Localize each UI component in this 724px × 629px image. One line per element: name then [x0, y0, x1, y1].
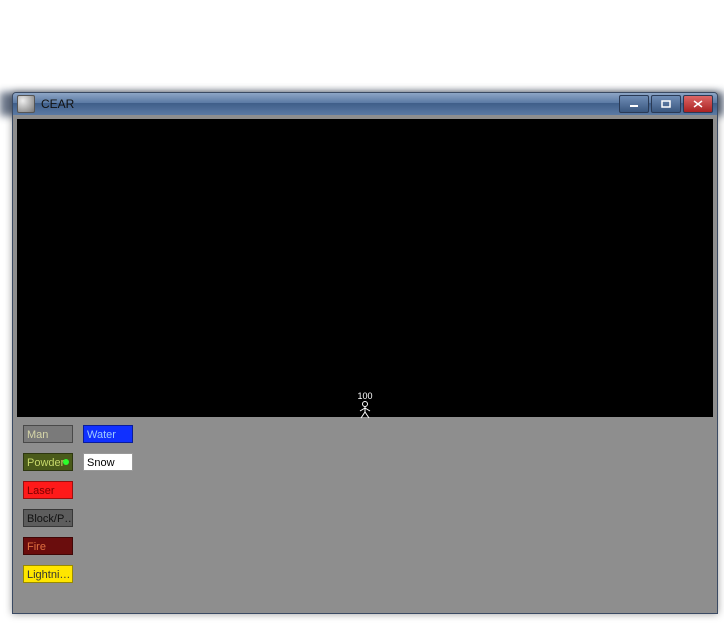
tool-row: Laser: [23, 481, 133, 499]
maximize-button[interactable]: [651, 95, 681, 113]
tool-row: Fire: [23, 537, 133, 555]
tool-man[interactable]: Man: [23, 425, 73, 443]
close-button[interactable]: [683, 95, 713, 113]
maximize-icon: [661, 100, 671, 108]
client-area: 100 Man Water Powder Snow Laser Block/P……: [17, 119, 713, 609]
tool-block[interactable]: Block/P…: [23, 509, 73, 527]
player-hp-value: 100: [357, 391, 372, 401]
tool-row: Lightni…: [23, 565, 133, 583]
tool-powder[interactable]: Powder: [23, 453, 73, 471]
titlebar[interactable]: CEAR: [13, 93, 717, 115]
tool-row: Man Water: [23, 425, 133, 443]
window-title: CEAR: [41, 97, 74, 111]
tool-fire[interactable]: Fire: [23, 537, 73, 555]
tool-row: Powder Snow: [23, 453, 133, 471]
tool-palette: Man Water Powder Snow Laser Block/P… Fir…: [23, 425, 133, 593]
tool-row: Block/P…: [23, 509, 133, 527]
app-window: CEAR 100 Man Water Powder Snow: [12, 92, 718, 614]
tool-water[interactable]: Water: [83, 425, 133, 443]
close-icon: [693, 100, 703, 108]
simulation-canvas[interactable]: [17, 119, 713, 417]
minimize-button[interactable]: [619, 95, 649, 113]
tool-snow[interactable]: Snow: [83, 453, 133, 471]
player-stick-figure: [357, 401, 373, 419]
tool-lightning[interactable]: Lightni…: [23, 565, 73, 583]
app-icon: [17, 95, 35, 113]
minimize-icon: [629, 100, 639, 108]
tool-laser[interactable]: Laser: [23, 481, 73, 499]
